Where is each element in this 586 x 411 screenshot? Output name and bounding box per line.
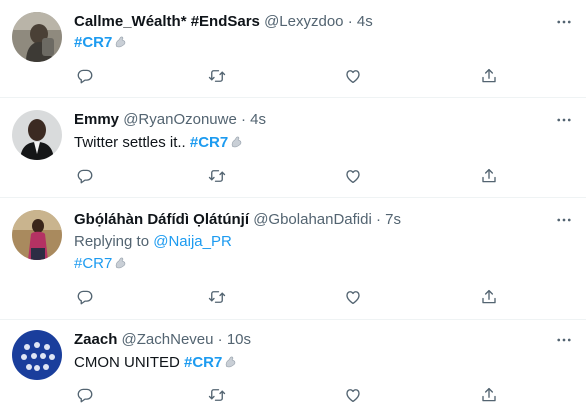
tweet[interactable]: Callme_Wéalth* #EndSars @Lexyzdoo · 4s #… xyxy=(0,0,586,98)
replying-to-label: Replying to xyxy=(74,233,150,250)
user-handle[interactable]: @GbolahanDafidi xyxy=(253,211,372,228)
tweet-actions xyxy=(74,385,504,405)
tweet-header: Zaach @ZachNeveu · 10s xyxy=(74,330,251,350)
retweet-icon[interactable] xyxy=(206,385,228,405)
user-handle[interactable]: @Lexyzdoo xyxy=(264,13,343,30)
share-icon[interactable] xyxy=(478,66,500,86)
more-icon[interactable] xyxy=(552,330,576,350)
tweet-header: Emmy @RyanOzonuwe · 4s xyxy=(74,110,266,130)
display-name[interactable]: Zaach xyxy=(74,331,117,348)
tweet[interactable]: Gbọ́láhàn Dáfídì Ọlátúnjí @GbolahanDafid… xyxy=(0,198,586,320)
timestamp[interactable]: 10s xyxy=(227,331,251,348)
display-name[interactable]: Gbọ́láhàn Dáfídì Ọlátúnjí xyxy=(74,211,249,228)
separator-dot: · xyxy=(376,211,381,228)
avatar[interactable] xyxy=(12,110,62,160)
hashtag-link[interactable]: #CR7 xyxy=(184,354,222,371)
hashtag-link[interactable]: #CR7 xyxy=(190,134,228,151)
tweet-actions xyxy=(74,166,504,186)
timestamp[interactable]: 4s xyxy=(357,13,373,30)
tweet-feed: Callme_Wéalth* #EndSars @Lexyzdoo · 4s #… xyxy=(0,0,586,411)
reply-icon[interactable] xyxy=(74,66,96,86)
tweet-text: CMON UNITED #CR7 xyxy=(74,353,237,373)
reply-icon[interactable] xyxy=(74,287,96,307)
mention-link[interactable]: @Naija_PR xyxy=(153,233,232,250)
timestamp[interactable]: 7s xyxy=(385,211,401,228)
retweet-icon[interactable] xyxy=(206,66,228,86)
separator-dot: · xyxy=(347,13,353,30)
more-icon[interactable] xyxy=(552,12,576,32)
flexed-arm-emoji xyxy=(224,355,237,368)
separator-dot: · xyxy=(241,111,246,128)
hashtag-link[interactable]: #CR7 xyxy=(74,255,112,272)
tweet-body: CMON UNITED xyxy=(74,354,180,371)
avatar[interactable] xyxy=(12,210,62,260)
user-handle[interactable]: @RyanOzonuwe xyxy=(123,111,237,128)
avatar[interactable] xyxy=(12,12,62,62)
tweet-actions xyxy=(74,287,504,307)
avatar[interactable] xyxy=(12,330,62,380)
flexed-arm-emoji xyxy=(114,35,127,48)
tweet-header: Callme_Wéalth* #EndSars @Lexyzdoo · 4s xyxy=(74,12,373,32)
flexed-arm-emoji xyxy=(114,256,127,269)
retweet-icon[interactable] xyxy=(206,166,228,186)
tweet-body: Twitter settles it.. xyxy=(74,134,186,151)
reply-icon[interactable] xyxy=(74,385,96,405)
timestamp[interactable]: 4s xyxy=(250,111,266,128)
retweet-icon[interactable] xyxy=(206,287,228,307)
share-icon[interactable] xyxy=(478,166,500,186)
reply-icon[interactable] xyxy=(74,166,96,186)
hashtag-link[interactable]: #CR7 xyxy=(74,34,112,51)
more-icon[interactable] xyxy=(552,110,576,130)
tweet[interactable]: Zaach @ZachNeveu · 10s CMON UNITED #CR7 xyxy=(0,320,586,411)
tweet-text: #CR7 xyxy=(74,33,127,53)
like-icon[interactable] xyxy=(342,66,364,86)
tweet-header: Gbọ́láhàn Dáfídì Ọlátúnjí @GbolahanDafid… xyxy=(74,210,401,230)
like-icon[interactable] xyxy=(342,385,364,405)
tweet-text: #CR7 xyxy=(74,254,127,274)
more-icon[interactable] xyxy=(552,210,576,230)
flexed-arm-emoji xyxy=(230,135,243,148)
share-icon[interactable] xyxy=(478,385,500,405)
like-icon[interactable] xyxy=(342,166,364,186)
separator-dot: · xyxy=(217,331,223,348)
user-handle[interactable]: @ZachNeveu xyxy=(122,331,214,348)
like-icon[interactable] xyxy=(342,287,364,307)
reply-context: Replying to @Naija_PR xyxy=(74,232,232,252)
tweet-text: Twitter settles it.. #CR7 xyxy=(74,133,243,153)
tweet[interactable]: Emmy @RyanOzonuwe · 4s Twitter settles i… xyxy=(0,98,586,198)
display-name[interactable]: Callme_Wéalth* #EndSars xyxy=(74,13,260,30)
share-icon[interactable] xyxy=(478,287,500,307)
display-name[interactable]: Emmy xyxy=(74,111,119,128)
tweet-actions xyxy=(74,66,504,86)
